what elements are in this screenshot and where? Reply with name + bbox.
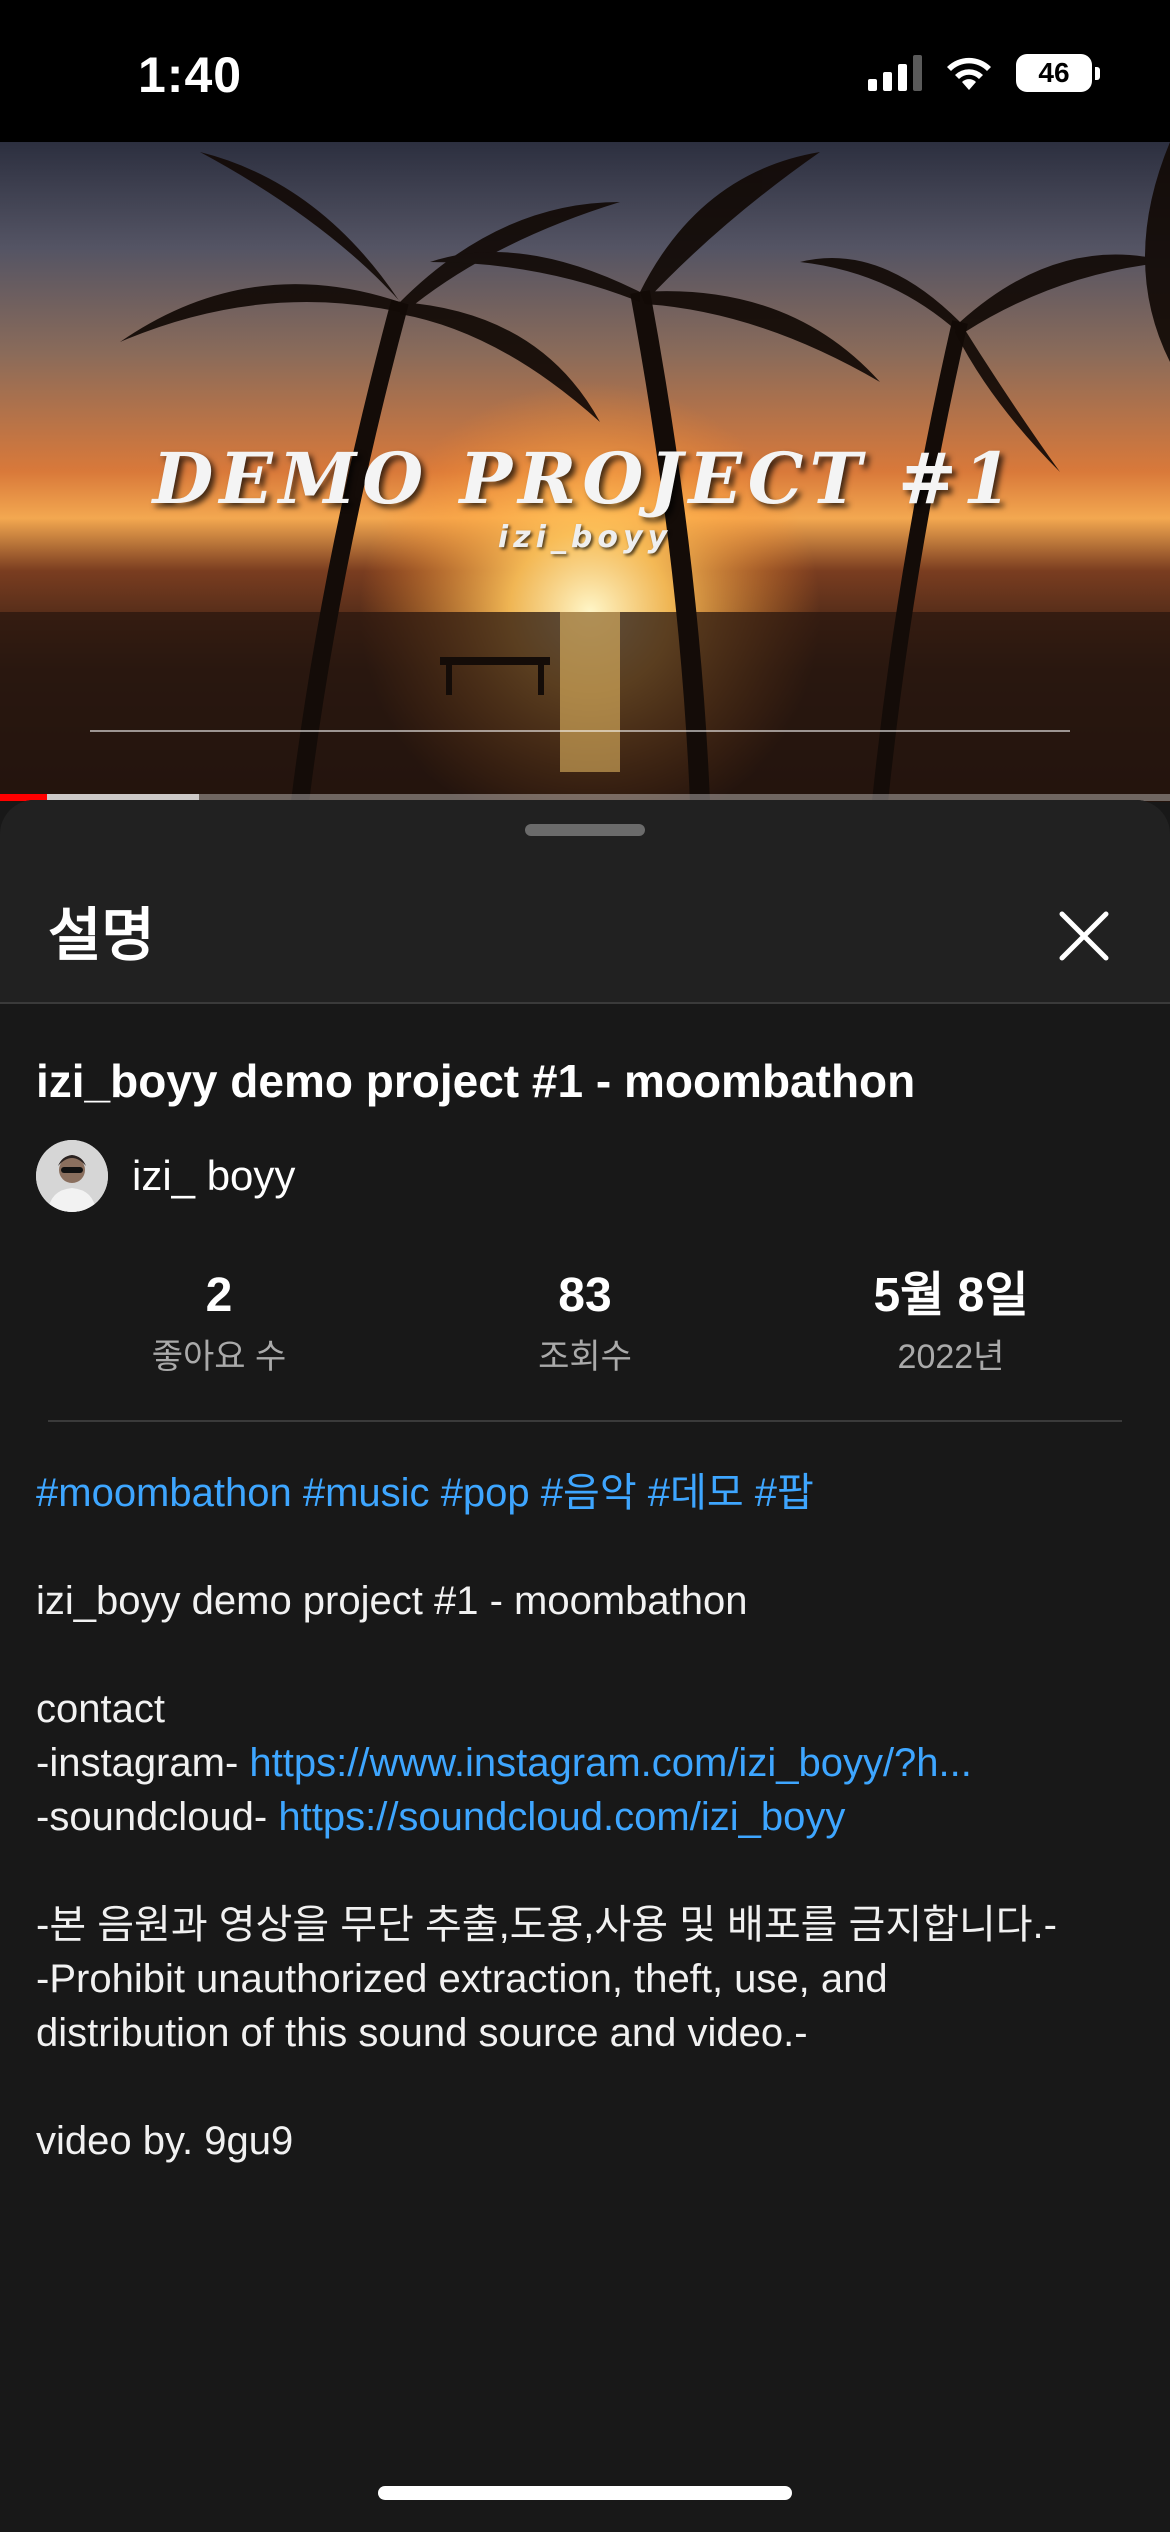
close-icon[interactable] — [1048, 900, 1120, 972]
notice-korean: -본 음원과 영상을 무단 추출,도용,사용 및 배포를 금지합니다.- — [36, 1903, 1057, 1947]
instagram-label: -instagram- — [36, 1741, 250, 1785]
description-line: izi_boyy demo project #1 - moombathon — [36, 1579, 748, 1623]
notice-english-2: distribution of this sound source and vi… — [36, 2011, 808, 2055]
instagram-link[interactable]: https://www.instagram.com/izi_boyy/?h... — [249, 1741, 972, 1785]
divider — [48, 1420, 1122, 1422]
battery-icon: 46 — [1016, 54, 1100, 92]
stat-views-label: 조회수 — [538, 1338, 632, 1377]
soundcloud-row: -soundcloud- https://soundcloud.com/izi_… — [36, 1790, 1134, 1844]
description-sheet: 설명 izi_boyy demo project #1 - moombathon… — [0, 800, 1170, 2532]
stat-date: 5월 8일 2022년 — [768, 1268, 1134, 1378]
hashtag-link[interactable]: #팝 — [755, 1471, 814, 1515]
video-title-art: DEMO PROJECT #1 — [152, 437, 1018, 520]
hashtag-link[interactable]: #music — [303, 1471, 430, 1515]
stats-row: 2 좋아요 수 83 조회수 5월 8일 2022년 — [36, 1268, 1134, 1378]
hashtag-link[interactable]: #pop — [441, 1471, 530, 1515]
notice-english-1: -Prohibit unauthorized extraction, theft… — [36, 1957, 888, 2001]
home-indicator[interactable] — [378, 2486, 792, 2500]
status-time: 1:40 — [138, 47, 243, 103]
soundcloud-link[interactable]: https://soundcloud.com/izi_boyy — [278, 1795, 845, 1839]
video-subtitle-art: izi_boyy — [497, 520, 673, 555]
sheet-title: 설명 — [48, 903, 155, 968]
video-player[interactable]: DEMO PROJECT #1 izi_boyy — [0, 142, 1170, 802]
stat-views: 83 조회수 — [402, 1268, 768, 1378]
video-title: izi_boyy demo project #1 - moombathon — [36, 1055, 916, 1107]
sheet-header: 설명 — [0, 800, 1170, 1004]
soundcloud-label: -soundcloud- — [36, 1795, 279, 1839]
stat-likes: 2 좋아요 수 — [36, 1268, 402, 1378]
stat-date-value: 5월 8일 — [873, 1269, 1029, 1322]
cellular-signal-icon — [868, 55, 922, 91]
video-credit: video by. 9gu9 — [36, 2119, 294, 2163]
stat-views-value: 83 — [558, 1269, 612, 1322]
channel-link[interactable]: izi_ boyy — [36, 1140, 295, 1212]
instagram-row: -instagram- https://www.instagram.com/iz… — [36, 1736, 1134, 1790]
wifi-icon — [947, 57, 991, 90]
description-body: #moombathon #music #pop #음악 #데모 #팝 izi_b… — [36, 1466, 1134, 2168]
battery-level: 46 — [1016, 54, 1092, 92]
stat-date-label: 2022년 — [897, 1338, 1005, 1377]
video-divider-line — [90, 730, 1070, 732]
status-bar: 1:40 46 — [0, 0, 1170, 142]
hashtag-row: #moombathon #music #pop #음악 #데모 #팝 — [36, 1466, 1134, 1520]
channel-name[interactable]: izi_ boyy — [132, 1152, 295, 1200]
contact-heading: contact — [36, 1687, 165, 1731]
hashtag-link[interactable]: #moombathon — [36, 1471, 292, 1515]
status-icons: 46 — [868, 54, 1100, 92]
stat-likes-value: 2 — [205, 1269, 233, 1322]
hashtag-link[interactable]: #데모 — [648, 1471, 744, 1515]
hashtag-link[interactable]: #음악 — [541, 1471, 637, 1515]
stat-likes-label: 좋아요 수 — [151, 1338, 287, 1377]
avatar[interactable] — [36, 1140, 108, 1212]
drag-handle[interactable] — [525, 824, 645, 836]
